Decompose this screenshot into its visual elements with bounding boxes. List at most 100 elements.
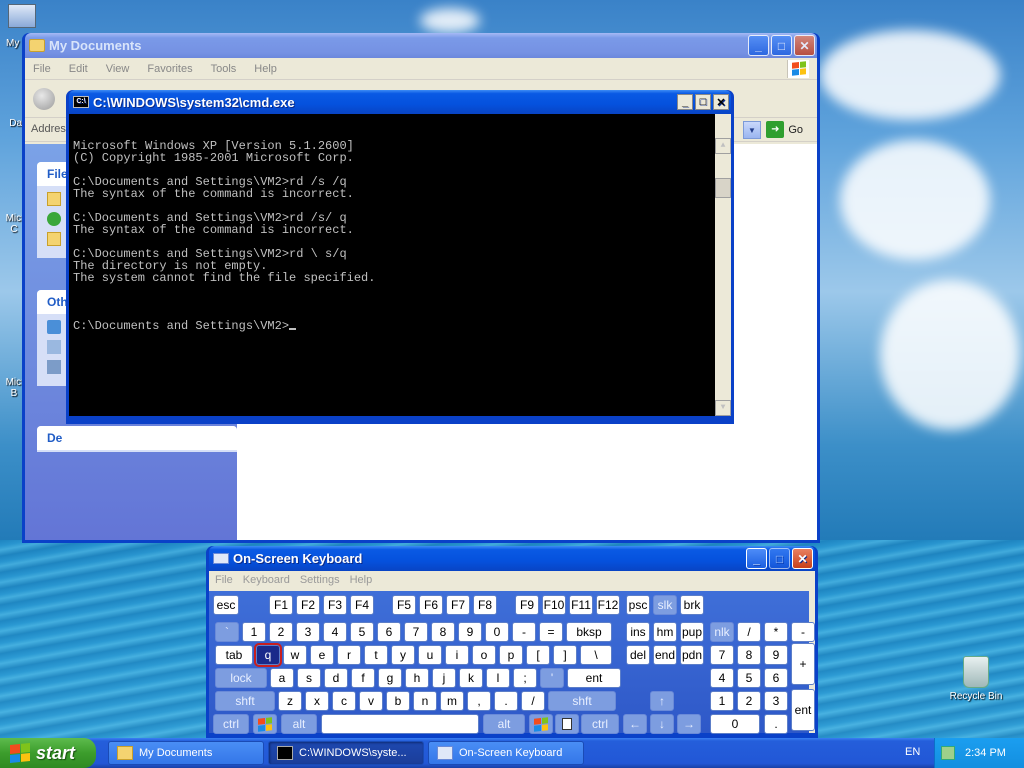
key[interactable]: y [391, 645, 415, 665]
key[interactable]: → [677, 714, 701, 734]
menu-help[interactable]: Help [254, 63, 277, 75]
key[interactable]: ins [626, 622, 650, 642]
menu-file[interactable]: File [215, 574, 233, 591]
key[interactable]: ` [215, 622, 239, 642]
menu-edit[interactable]: Edit [69, 63, 88, 75]
key[interactable]: 3 [764, 691, 788, 711]
key[interactable]: s [297, 668, 321, 688]
key[interactable]: hm [653, 622, 677, 642]
key[interactable]: ctrl [213, 714, 249, 734]
key[interactable]: 4 [323, 622, 347, 642]
go-button[interactable]: ➜ Go [766, 121, 803, 138]
key[interactable]: psc [626, 595, 650, 615]
address-dropdown-button[interactable]: ▼ [743, 121, 761, 139]
key[interactable]: ↓ [650, 714, 674, 734]
close-button[interactable]: ✕ [794, 35, 815, 56]
panel-header[interactable]: De [37, 426, 237, 450]
key[interactable]: p [499, 645, 523, 665]
scroll-thumb[interactable] [715, 178, 731, 198]
scroll-down-icon[interactable]: ▼ [715, 400, 731, 416]
key[interactable]: - [791, 622, 815, 642]
minimize-button[interactable]: _ [748, 35, 769, 56]
key[interactable]: shft [548, 691, 616, 711]
key[interactable]: F3 [323, 595, 347, 615]
key[interactable]: x [305, 691, 329, 711]
key[interactable]: ent [567, 668, 621, 688]
vertical-scrollbar[interactable]: ▲ ▼ [715, 114, 731, 416]
key[interactable]: lock [215, 668, 267, 688]
key[interactable]: / [521, 691, 545, 711]
close-button[interactable]: ✕ [713, 94, 729, 110]
key[interactable]: \ [580, 645, 612, 665]
language-indicator[interactable]: EN [905, 746, 920, 758]
desktop-icon-recycle-bin[interactable]: Recycle Bin [944, 656, 1008, 702]
key[interactable]: slk [653, 595, 677, 615]
key[interactable]: 2 [737, 691, 761, 711]
network-icon[interactable] [941, 746, 955, 760]
key[interactable]: 9 [764, 645, 788, 665]
menu-favorites[interactable]: Favorites [147, 63, 192, 75]
desktop-icon-my-computer[interactable]: My [2, 4, 42, 49]
minimize-button[interactable]: _ [677, 94, 693, 110]
key[interactable]: ent [791, 689, 815, 731]
key[interactable]: 6 [764, 668, 788, 688]
scroll-up-icon[interactable]: ▲ [715, 138, 731, 154]
key[interactable]: F6 [419, 595, 443, 615]
taskbar-item-osk[interactable]: On-Screen Keyboard [428, 741, 584, 765]
key[interactable]: j [432, 668, 456, 688]
key[interactable]: brk [680, 595, 704, 615]
menu-help[interactable]: Help [350, 574, 373, 591]
key[interactable]: 0 [485, 622, 509, 642]
key[interactable]: n [413, 691, 437, 711]
key[interactable]: ' [540, 668, 564, 688]
cmd-titlebar[interactable]: C:\ C:\WINDOWS\system32\cmd.exe _ □ ✕ [69, 90, 731, 114]
key[interactable]: + [791, 643, 815, 685]
key[interactable]: m [440, 691, 464, 711]
maximize-button[interactable]: □ [771, 35, 792, 56]
close-button[interactable]: ✕ [792, 548, 813, 569]
key[interactable]: 9 [458, 622, 482, 642]
key[interactable]: pup [680, 622, 704, 642]
key[interactable]: q [254, 643, 282, 667]
key[interactable]: F11 [569, 595, 593, 615]
key[interactable]: w [283, 645, 307, 665]
key[interactable]: / [737, 622, 761, 642]
key[interactable]: u [418, 645, 442, 665]
key[interactable]: h [405, 668, 429, 688]
key[interactable]: , [467, 691, 491, 711]
key[interactable]: alt [281, 714, 317, 734]
key[interactable]: 1 [242, 622, 266, 642]
key[interactable]: l [486, 668, 510, 688]
key[interactable]: 8 [431, 622, 455, 642]
key[interactable]: . [494, 691, 518, 711]
key-space[interactable] [321, 714, 479, 734]
key[interactable]: v [359, 691, 383, 711]
key[interactable]: nlk [710, 622, 734, 642]
key[interactable]: = [539, 622, 563, 642]
key[interactable]: F8 [473, 595, 497, 615]
key[interactable]: * [764, 622, 788, 642]
key[interactable]: 7 [710, 645, 734, 665]
key[interactable]: ctrl [581, 714, 619, 734]
menu-file[interactable]: File [33, 63, 51, 75]
key[interactable]: 4 [710, 668, 734, 688]
my-documents-titlebar[interactable]: My Documents _ □ ✕ [25, 33, 817, 58]
key[interactable]: r [337, 645, 361, 665]
console-output[interactable]: Microsoft Windows XP [Version 5.1.2600](… [69, 114, 731, 416]
key-windows-logo-icon[interactable] [529, 714, 553, 734]
key[interactable]: 2 [269, 622, 293, 642]
key[interactable]: F2 [296, 595, 320, 615]
menu-tools[interactable]: Tools [211, 63, 237, 75]
key[interactable]: F7 [446, 595, 470, 615]
maximize-button[interactable]: □ [769, 548, 790, 569]
key[interactable]: F4 [350, 595, 374, 615]
key[interactable]: c [332, 691, 356, 711]
key[interactable]: t [364, 645, 388, 665]
taskbar-item-my-documents[interactable]: My Documents [108, 741, 264, 765]
key[interactable]: 5 [350, 622, 374, 642]
clock[interactable]: 2:34 PM [965, 747, 1006, 759]
start-button[interactable]: start [0, 738, 96, 768]
key[interactable]: del [626, 645, 650, 665]
key[interactable]: esc [213, 595, 239, 615]
key[interactable]: g [378, 668, 402, 688]
